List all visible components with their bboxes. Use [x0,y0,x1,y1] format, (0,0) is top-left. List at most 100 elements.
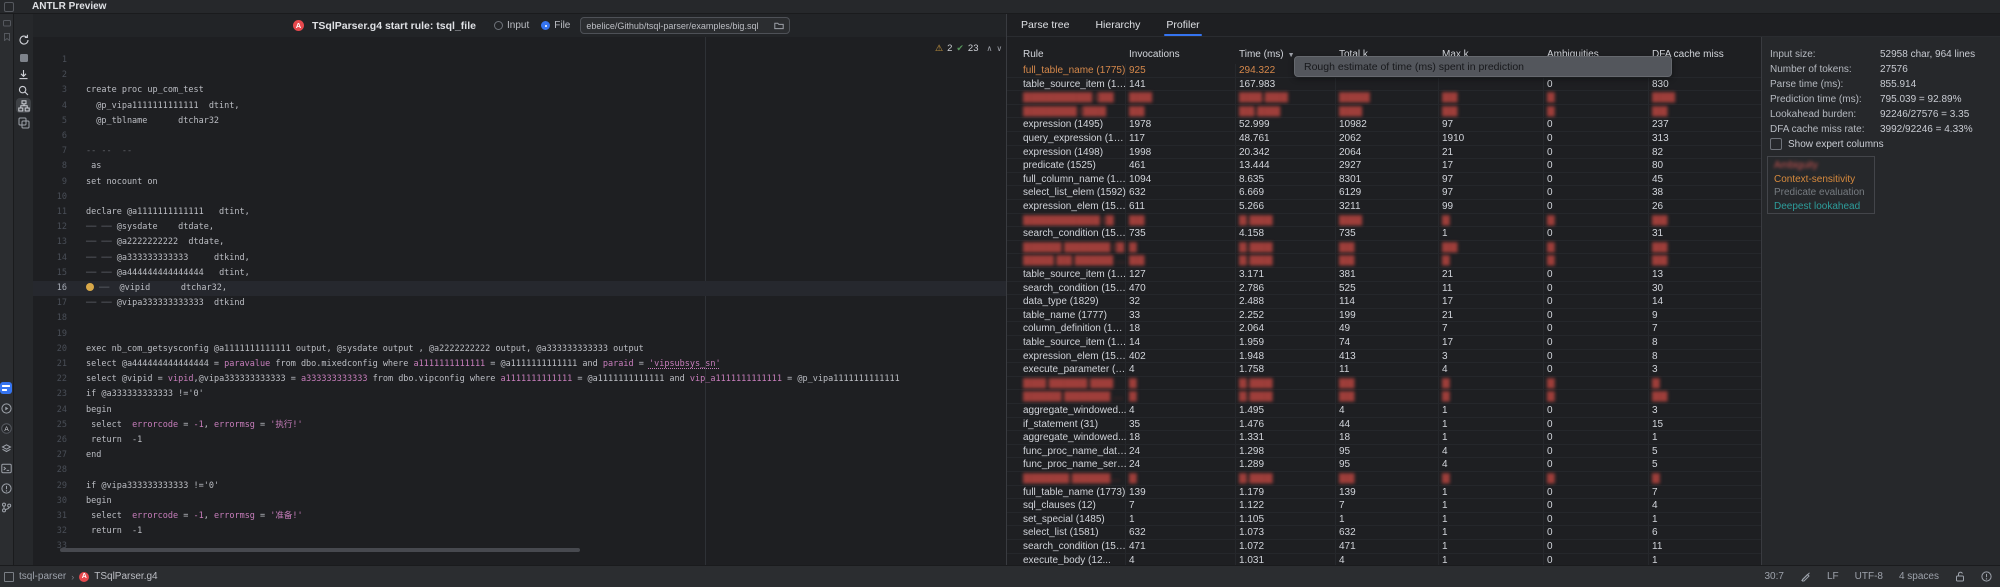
profiler-row[interactable]: select_list_elem (1592)6326.669612997038 [1007,186,1761,200]
profiler-row[interactable]: table_source_item (15...141.959741708 [1007,336,1761,350]
file-radio-label[interactable]: File [554,20,570,31]
problems-icon[interactable] [1,483,12,494]
profiler-row[interactable]: search_condition (1517)4702.78652511030 [1007,282,1761,296]
antlr-logo-icon[interactable]: A [1,423,12,434]
refresh-icon[interactable] [16,32,31,47]
code-line-16[interactable]: 16── @vipid dtchar32, [33,281,1006,296]
notifications-icon[interactable] [1981,571,1992,582]
search-icon[interactable] [16,83,31,98]
code-line-9[interactable]: 9set nocount on [33,175,1006,190]
code-line-19[interactable]: 19 [33,327,1006,342]
code-line-30[interactable]: 30begin [33,494,1006,509]
profiler-row[interactable]: search_condition (1516)4711.0724711011 [1007,540,1761,554]
profiler-row[interactable]: ▇▇▇▇▇▇ ▇▇▇▇▇▇ ▇▇▇▇.▇▇▇▇▇▇▇▇ [1007,472,1761,486]
code-line-29[interactable]: 29if @vipa333333333333 !='0' [33,479,1006,494]
code-line-4[interactable]: 4 @p_vipa1111111111111 dtint, [33,99,1006,114]
code-line-12[interactable]: 12── ── @sysdate dtdate, [33,220,1006,235]
expert-columns-checkbox[interactable] [1770,138,1782,150]
profiler-row[interactable]: if_statement (31)351.476441015 [1007,418,1761,432]
profiler-row[interactable]: execute_body (12...41.0314101 [1007,554,1761,565]
code-line-13[interactable]: 13── ── @a2222222222 dtdate, [33,235,1006,250]
caret-position[interactable]: 30:7 [1764,571,1783,582]
profiler-row[interactable]: table_source_item (15...1273.17138121013 [1007,268,1761,282]
profiler-row[interactable]: ▇▇▇▇▇ ▇▇▇▇▇▇ (▇▇▇.▇▇▇▇▇▇▇▇▇▇ [1007,241,1761,255]
code-line-11[interactable]: 11declare @a1111111111111 dtint, [33,205,1006,220]
profiler-row[interactable]: predicate (1525)46113.444292717080 [1007,159,1761,173]
profiler-row[interactable]: search_condition (1519)7354.1587351031 [1007,227,1761,241]
project-icon[interactable] [1,17,12,28]
folder-icon[interactable] [774,21,784,30]
code-line-5[interactable]: 5 @p_tblname dtchar32 [33,114,1006,129]
code-line-27[interactable]: 27end [33,448,1006,463]
profiler-row[interactable]: full_column_name (17...10948.63583019704… [1007,173,1761,187]
code-line-14[interactable]: 14── ── @a333333333333 dtkind, [33,251,1006,266]
code-line-15[interactable]: 15── ── @a444444444444444 dtint, [33,266,1006,281]
profiler-row[interactable]: sql_clauses (12)71.1227104 [1007,499,1761,513]
profiler-row[interactable]: func_proc_name_data...241.29895405 [1007,445,1761,459]
profiler-row[interactable]: ▇▇▇▇ ▇▇ ▇▇▇▇▇ (▇▇▇▇▇.▇▇▇▇▇▇▇▇▇ [1007,254,1761,268]
profiler-row[interactable]: ▇▇▇▇▇▇▇▇▇ (▇▇▇▇▇▇▇▇.▇▇▇▇▇▇▇▇▇▇▇▇▇ [1007,91,1761,105]
tab-hierarchy[interactable]: Hierarchy [1095,15,1140,36]
code-line-24[interactable]: 24begin [33,403,1006,418]
code-line-6[interactable]: 6 [33,129,1006,144]
breadcrumb-file[interactable]: TSqlParser.g4 [94,571,157,582]
code-line-22[interactable]: 22select @vipid = vipid,@vipa33333333333… [33,372,1006,387]
profiler-row[interactable]: ▇▇▇▇▇ ▇▇▇▇▇▇ ▇▇▇▇.▇▇▇▇▇▇▇▇▇ [1007,390,1761,404]
bookmarks-icon[interactable] [1,31,12,42]
profiler-row[interactable]: ▇▇▇▇▇▇▇▇▇▇ (▇▇▇▇.▇▇▇▇▇▇▇▇▇▇ [1007,214,1761,228]
profiler-row[interactable]: full_table_name (1773)1391.179139107 [1007,486,1761,500]
diff-icon[interactable] [16,115,31,130]
profiler-row[interactable]: ▇▇▇ ▇▇▇▇▇ ▇▇▇▇▇.▇▇▇▇▇▇▇▇ [1007,377,1761,391]
profiler-row[interactable]: select_list (1581)6321.073632106 [1007,526,1761,540]
profiler-row[interactable]: expression (1495)197852.99910982970237 [1007,118,1761,132]
code-line-28[interactable]: 28 [33,463,1006,478]
breadcrumb-project[interactable]: tsql-parser [19,571,66,582]
code-line-31[interactable]: 31 select errorcode = -1, errormsg = '准备… [33,509,1006,524]
profiler-row[interactable]: aggregate_windowed...41.4954103 [1007,404,1761,418]
code-line-2[interactable]: 2 [33,68,1006,83]
profiler-row[interactable]: ▇▇▇▇▇▇▇ (▇▇▇▇▇▇▇.▇▇▇▇▇▇▇▇▇▇▇ [1007,105,1761,119]
code-line-26[interactable]: 26 return -1 [33,433,1006,448]
profiler-row[interactable]: query_expression (1527)11748.76120621910… [1007,132,1761,146]
terminal-icon[interactable] [1,463,12,474]
code-line-8[interactable]: 8 as [33,159,1006,174]
code-line-25[interactable]: 25 select errorcode = -1, errormsg = '执行… [33,418,1006,433]
show-expert-columns-row[interactable]: Show expert columns [1770,138,1884,150]
code-line-32[interactable]: 32 return -1 [33,524,1006,539]
code-line-18[interactable]: 18 [33,311,1006,326]
file-encoding[interactable]: UTF-8 [1855,571,1883,582]
code-line-21[interactable]: 21select @a444444444444444 = paravalue f… [33,357,1006,372]
prev-next-problem-icons[interactable]: ∧∨ [987,44,1007,53]
profiler-row[interactable]: expression_elem (1589)4021.948413308 [1007,350,1761,364]
horizontal-scrollbar[interactable] [60,548,580,552]
code-line-1[interactable]: 1 [33,53,1006,68]
col-invocations[interactable]: Invocations [1129,49,1180,60]
file-radio[interactable] [541,21,550,30]
code-line-17[interactable]: 17── ── @vipa333333333333 dtkind [33,296,1006,311]
profiler-row[interactable]: data_type (1829)322.48811417014 [1007,295,1761,309]
tab-parse-tree[interactable]: Parse tree [1021,15,1069,36]
intention-bulb-icon[interactable] [86,283,94,291]
code-editor[interactable]: 123create proc up_com_test4 @p_vipa11111… [33,37,1006,565]
layers-icon[interactable] [1,443,12,454]
col-time[interactable]: Time (ms)▼ [1239,49,1295,60]
antlr-preview-tool-icon[interactable] [0,382,12,394]
profiler-row[interactable]: column_definition (1421)182.06449707 [1007,322,1761,336]
run-tool-icon[interactable] [1,403,12,414]
code-line-33[interactable]: 33 [33,539,1006,554]
highlighting-off-icon[interactable] [1800,571,1811,582]
profiler-row[interactable]: expression (1498)199820.342206421082 [1007,146,1761,160]
code-line-3[interactable]: 3create proc up_com_test [33,83,1006,98]
inspections-widget[interactable]: ⚠ 2 ✔ 23 ∧∨ [935,42,1006,54]
code-line-10[interactable]: 10 [33,190,1006,205]
line-separator[interactable]: LF [1827,571,1839,582]
unlocked-icon[interactable] [1955,571,1965,582]
git-branch-icon[interactable] [1,502,12,513]
export-icon[interactable] [16,67,31,82]
input-radio[interactable] [494,21,503,30]
tool-window-icon[interactable] [4,2,14,12]
tab-profiler[interactable]: Profiler [1166,15,1199,36]
file-path-field[interactable]: ebelice/Github/tsql-parser/examples/big.… [580,17,790,34]
code-line-20[interactable]: 20exec nb_com_getsysconfig @a11111111111… [33,342,1006,357]
code-line-23[interactable]: 23if @a333333333333 !='0' [33,387,1006,402]
